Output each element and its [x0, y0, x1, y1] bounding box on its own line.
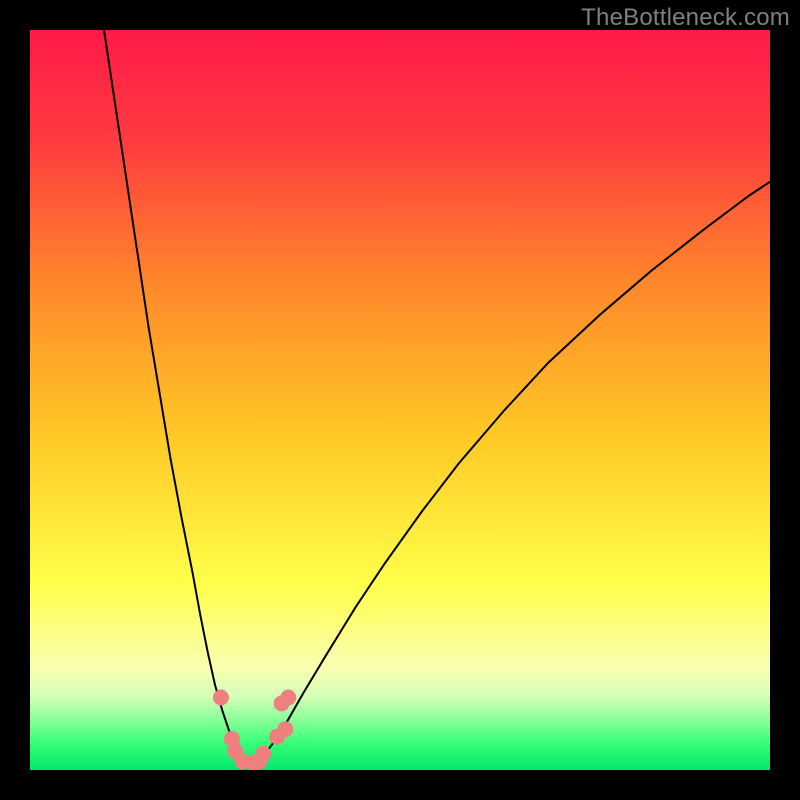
chart-frame: TheBottleneck.com [0, 0, 800, 800]
chart-svg [30, 30, 770, 770]
scatter-point [277, 721, 293, 737]
plot-area [30, 30, 770, 770]
gradient-background [30, 30, 770, 770]
scatter-point [213, 689, 229, 705]
scatter-point [255, 746, 271, 762]
watermark-text: TheBottleneck.com [581, 4, 790, 32]
scatter-point [280, 689, 296, 705]
